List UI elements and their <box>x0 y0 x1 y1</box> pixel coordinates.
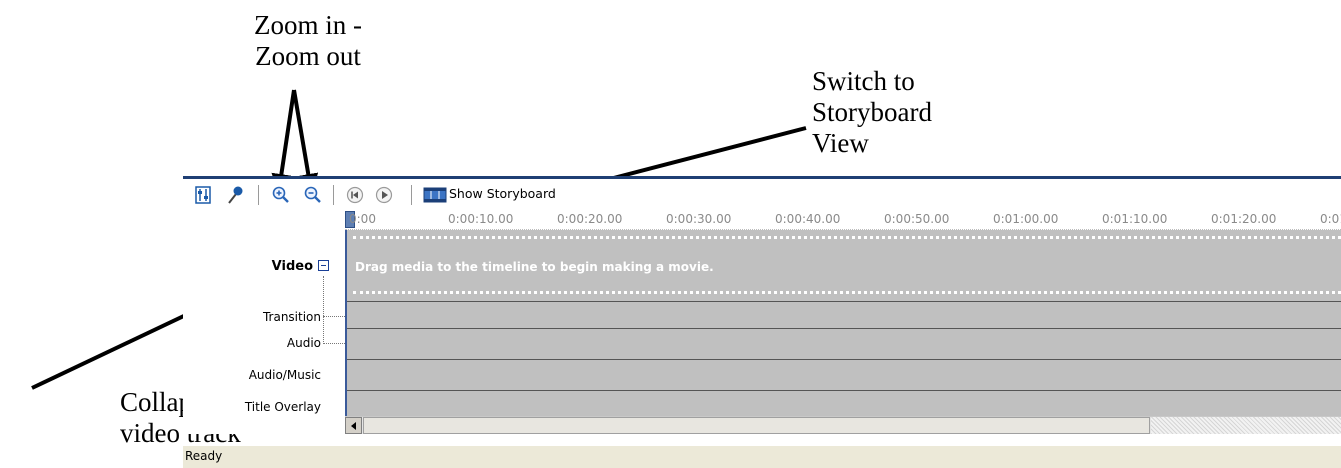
scroll-left-button[interactable] <box>345 417 362 434</box>
ruler-tick-label: 0:01:30 <box>1320 212 1341 226</box>
ruler-tick-label: 0:00:20.00 <box>557 212 623 226</box>
collapse-video-track-button[interactable] <box>318 260 329 271</box>
zoom-out-icon[interactable] <box>303 185 323 205</box>
zoom-annotation-line1: Zoom in - <box>254 10 362 40</box>
zoom-out-arrow <box>292 89 319 194</box>
status-text: Ready <box>185 449 223 463</box>
track-tree-line <box>323 276 324 344</box>
transition-track-label: Transition <box>262 310 321 324</box>
ruler-tick-label: 0:00:10.00 <box>448 212 514 226</box>
track-tree-line <box>323 316 345 317</box>
rewind-timeline-icon[interactable] <box>345 185 365 205</box>
storyboard-annotation: Switch to Storyboard View <box>812 66 932 159</box>
ruler-tick-label: 0:00:50.00 <box>884 212 950 226</box>
track-divider <box>347 301 1341 302</box>
ruler-tick-label: 0:00:30.00 <box>666 212 732 226</box>
storyboard-annotation-line1: Switch to <box>812 66 915 96</box>
show-storyboard-button[interactable]: Show Storyboard <box>449 186 556 201</box>
toolbar-separator <box>333 185 334 205</box>
audio-track-label: Audio <box>286 336 321 350</box>
video-track-message: Drag media to the timeline to begin maki… <box>355 260 714 274</box>
ruler-tick-label: 0:01:10.00 <box>1102 212 1168 226</box>
toolbar-separator <box>258 185 259 205</box>
toolbar-separator <box>411 185 412 205</box>
track-divider <box>347 328 1341 329</box>
ruler-tick-label: 0:01:20.00 <box>1211 212 1277 226</box>
track-divider <box>347 359 1341 360</box>
zoom-annotation-line2: Zoom out <box>255 41 361 71</box>
storyboard-annotation-line2: Storyboard <box>812 97 932 127</box>
zoom-annotation: Zoom in - Zoom out <box>233 10 383 72</box>
scrollbar-track[interactable] <box>1151 417 1341 434</box>
storyboard-annotation-line3: View <box>812 128 869 158</box>
audio-music-track-label: Audio/Music <box>248 368 321 382</box>
timeline-tracks[interactable]: Drag media to the timeline to begin maki… <box>345 230 1341 416</box>
track-divider <box>347 390 1341 391</box>
video-track-dotted-border <box>353 236 1341 239</box>
zoom-in-icon[interactable] <box>271 185 291 205</box>
set-audio-levels-icon[interactable] <box>193 185 213 205</box>
status-bar: Ready <box>183 446 1341 468</box>
timeline-ruler[interactable]: 0:00 0:00:10.00 0:00:20.00 0:00:30.00 0:00:4… <box>345 210 1341 230</box>
track-headers: Video Transition Audio Audio/Music Title… <box>183 230 345 434</box>
ruler-tick-label: 0:00:40.00 <box>775 212 841 226</box>
track-tree-line <box>323 343 345 344</box>
video-track-label: Video <box>271 259 313 274</box>
video-track-dotted-border <box>353 291 1341 294</box>
storyboard-icon[interactable] <box>423 185 447 205</box>
timeline-horizontal-scrollbar[interactable] <box>345 416 1341 434</box>
ruler-tick-label: 0:00 <box>349 212 376 226</box>
play-timeline-icon[interactable] <box>374 185 394 205</box>
ruler-tick-label: 0:01:00.00 <box>993 212 1059 226</box>
scrollbar-thumb[interactable] <box>363 417 1150 434</box>
timeline-toolbar: Show Storyboard <box>183 179 1341 209</box>
zoom-in-arrow <box>271 89 296 194</box>
title-overlay-track-label: Title Overlay <box>244 400 321 414</box>
narrate-timeline-icon[interactable] <box>225 185 245 205</box>
